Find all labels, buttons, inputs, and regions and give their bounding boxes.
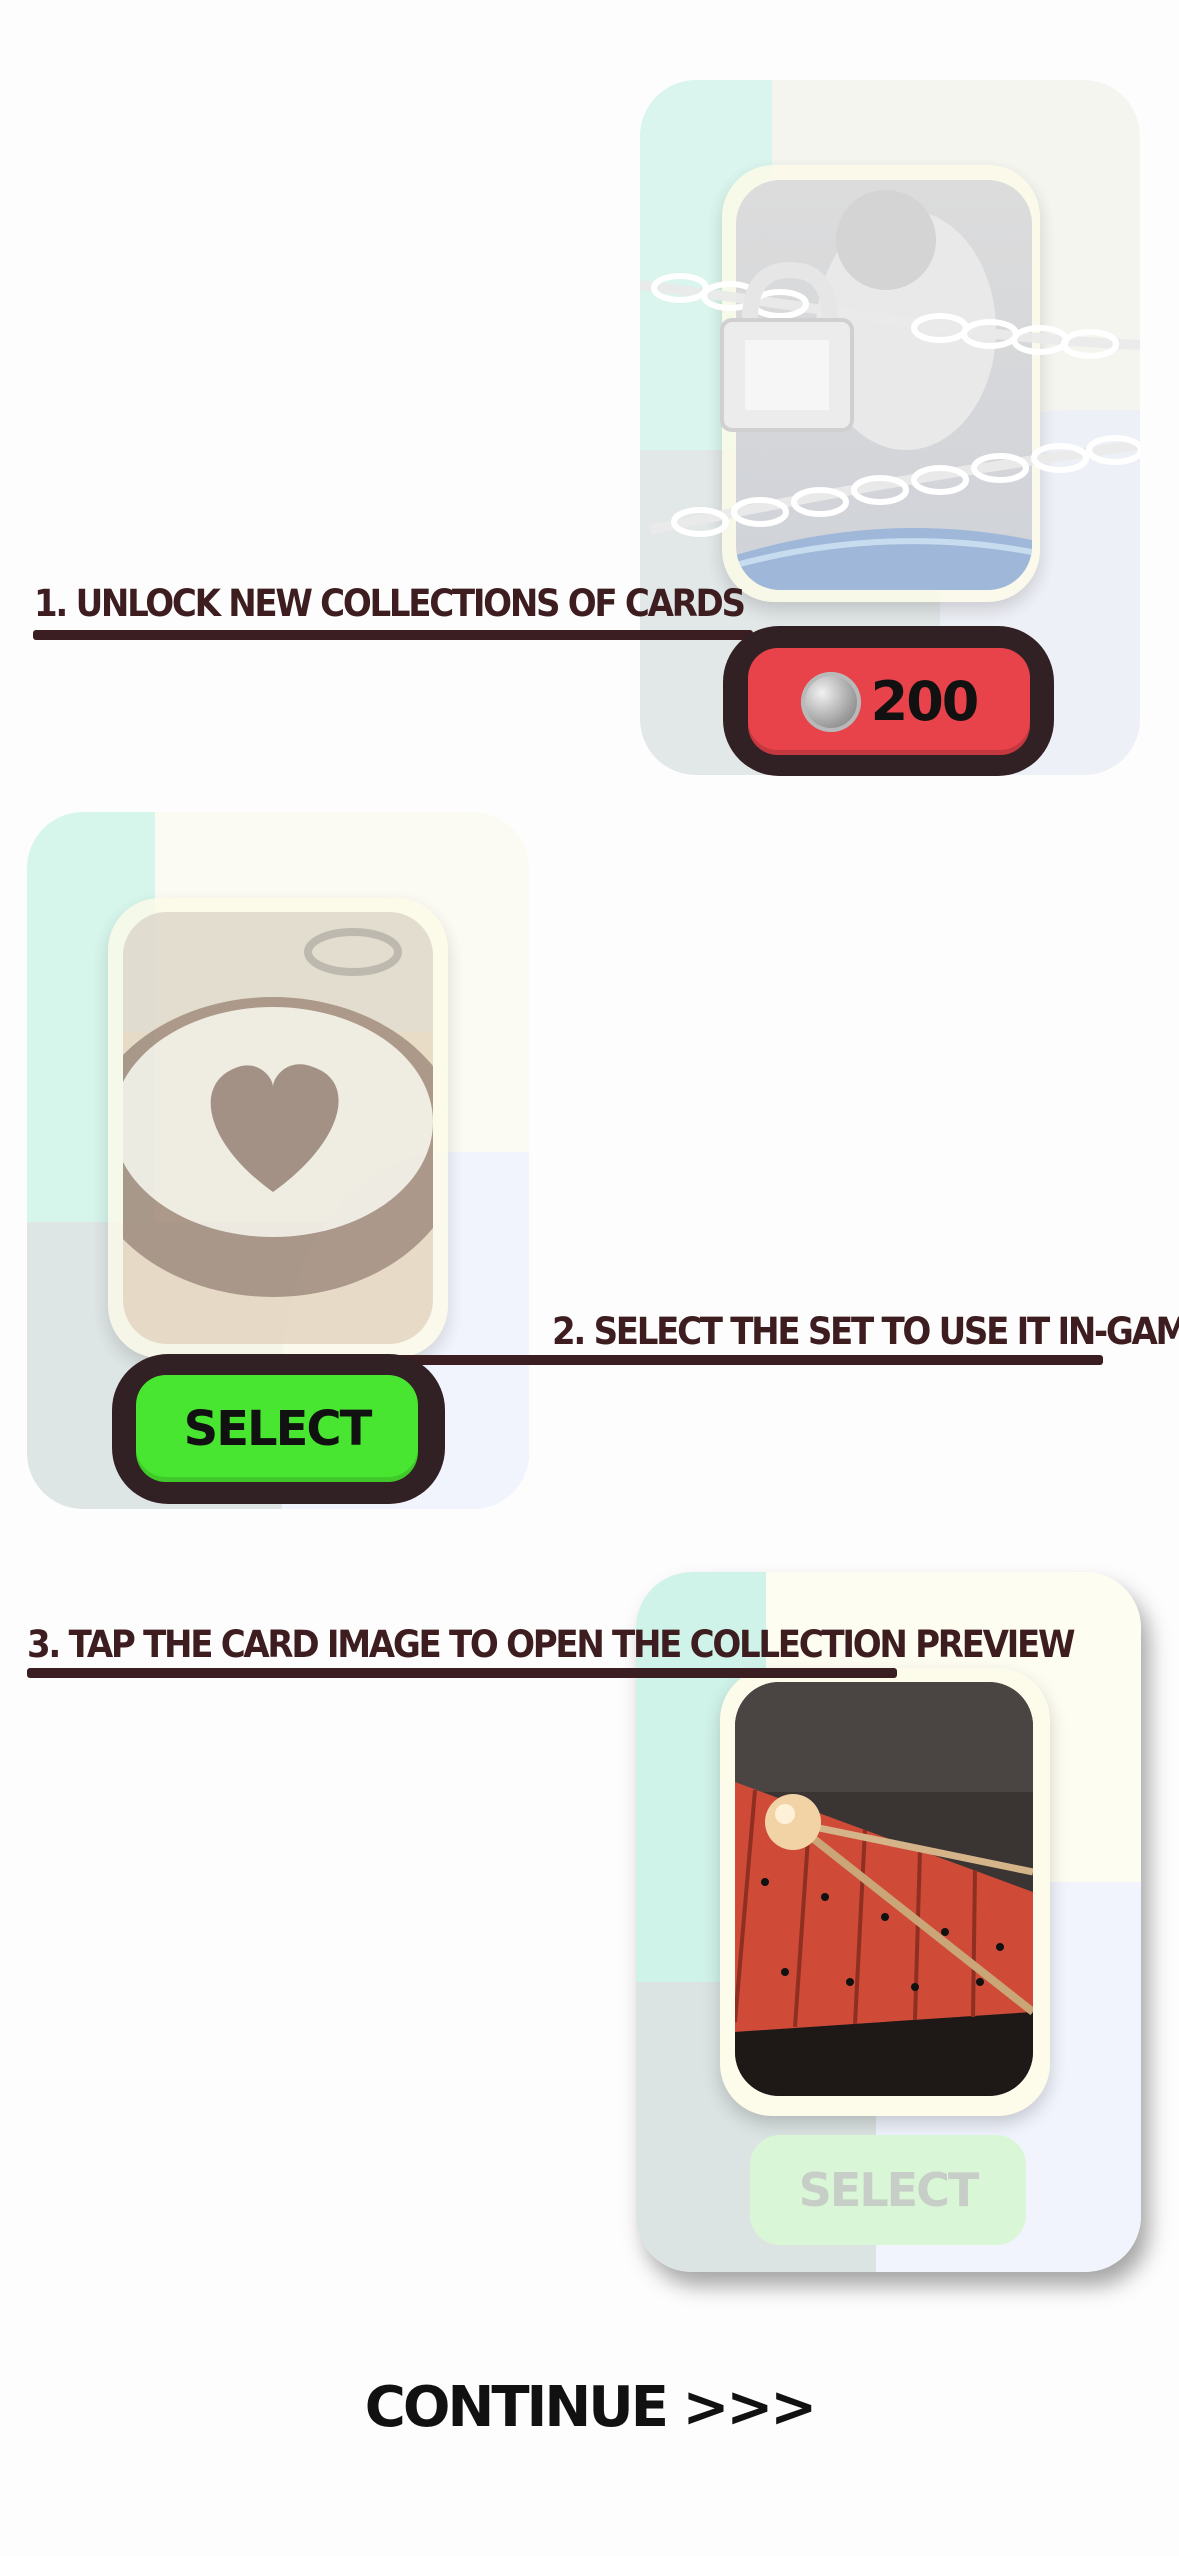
step-1-label: 1. UNLOCK NEW COLLECTIONS OF CARDS	[34, 582, 746, 625]
select-button[interactable]: SELECT	[136, 1375, 418, 1482]
step-3-label: 3. TAP THE CARD IMAGE TO OPEN THE COLLEC…	[27, 1623, 1075, 1666]
padlock-chains-icon	[640, 261, 1140, 537]
xylophone-mallet-photo[interactable]	[735, 1682, 1033, 2096]
step-2-label: 2. SELECT THE SET TO USE IT IN-GAME	[552, 1310, 1179, 1353]
step-2-underline	[360, 1355, 1103, 1365]
preview-select-button-label: SELECT	[798, 2163, 979, 2217]
step-3-underline	[27, 1668, 897, 1678]
step-1-underline	[33, 630, 753, 640]
continue-button[interactable]: CONTINUE >>>	[0, 2375, 1179, 2440]
unlock-price-button[interactable]: 200	[748, 648, 1030, 755]
silver-coin-icon	[800, 671, 861, 732]
chocolate-heart-cake-photo[interactable]	[123, 912, 433, 1344]
unlock-price: 200	[870, 670, 980, 733]
preview-select-button[interactable]: SELECT	[750, 2135, 1026, 2245]
select-button-label: SELECT	[183, 1400, 373, 1457]
